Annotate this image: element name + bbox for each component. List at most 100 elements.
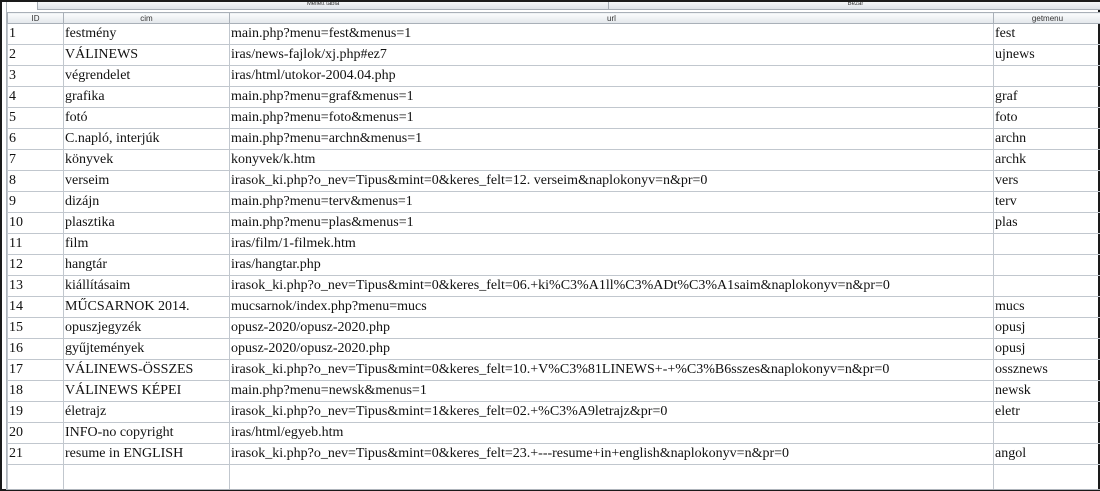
cell-id[interactable]: 6 bbox=[7, 128, 64, 150]
cell-getmenu[interactable]: mucs bbox=[993, 296, 1100, 318]
column-header-url[interactable]: url bbox=[229, 12, 994, 24]
column-header-id[interactable]: ID bbox=[7, 12, 64, 24]
cell-cim[interactable]: verseim bbox=[63, 170, 230, 192]
cell-id[interactable]: 13 bbox=[7, 275, 64, 297]
table-row[interactable]: 14 MŰCSARNOK 2014. mucsarnok/index.php?men… bbox=[7, 296, 1100, 318]
cell-cim[interactable]: végrendelet bbox=[63, 65, 230, 87]
cell-getmenu[interactable]: eletr bbox=[993, 401, 1100, 423]
empty-cell-cim[interactable] bbox=[63, 464, 230, 489]
cell-getmenu[interactable]: fest bbox=[993, 23, 1100, 45]
cell-url[interactable]: iras/hangtar.php bbox=[229, 254, 994, 276]
cell-cim[interactable]: film bbox=[63, 233, 230, 255]
cell-cim[interactable]: hangtár bbox=[63, 254, 230, 276]
table-row[interactable]: 16 gyűjtemények opusz-2020/opusz-2020.php o… bbox=[7, 338, 1100, 360]
cell-url[interactable]: opusz-2020/opusz-2020.php bbox=[229, 338, 994, 360]
cell-url[interactable]: iras/html/egyeb.htm bbox=[229, 422, 994, 444]
cell-cim[interactable]: VÁLINEWS bbox=[63, 44, 230, 66]
cell-id[interactable]: 3 bbox=[7, 65, 64, 87]
table-row[interactable]: 7 könyvek konyvek/k.htm archk bbox=[7, 149, 1100, 171]
empty-cell-id[interactable] bbox=[7, 464, 64, 489]
cell-cim[interactable]: VÁLINEWS KÉPEI bbox=[63, 380, 230, 402]
table-row[interactable]: 15 opuszjegyzék opusz-2020/opusz-2020.php o… bbox=[7, 317, 1100, 339]
cell-getmenu[interactable]: archk bbox=[993, 149, 1100, 171]
cell-getmenu[interactable] bbox=[993, 65, 1100, 87]
table-row[interactable]: 6 C.napló, interjúk main.php?menu=archn&me… bbox=[7, 128, 1100, 150]
table-row[interactable]: 3 végrendelet iras/html/utokor-2004.04.php bbox=[7, 65, 1100, 87]
cell-url[interactable]: main.php?menu=fest&menus=1 bbox=[229, 23, 994, 45]
cell-cim[interactable]: grafika bbox=[63, 86, 230, 108]
table-row[interactable]: 19 életrajz irasok_ki.php?o_nev=Tipus&mint… bbox=[7, 401, 1100, 423]
empty-new-row[interactable] bbox=[7, 464, 1100, 489]
cell-id[interactable]: 8 bbox=[7, 170, 64, 192]
empty-cell-getmenu[interactable] bbox=[993, 464, 1100, 489]
empty-cell-url[interactable] bbox=[229, 464, 994, 489]
cell-getmenu[interactable]: archn bbox=[993, 128, 1100, 150]
cell-cim[interactable]: festmény bbox=[63, 23, 230, 45]
cell-cim[interactable]: opuszjegyzék bbox=[63, 317, 230, 339]
table-row[interactable]: 12 hangtár iras/hangtar.php bbox=[7, 254, 1100, 276]
cell-getmenu[interactable] bbox=[993, 275, 1100, 297]
table-row[interactable]: 11 film iras/film/1-filmek.htm bbox=[7, 233, 1100, 255]
cell-getmenu[interactable]: vers bbox=[993, 170, 1100, 192]
cell-url[interactable]: iras/news-fajlok/xj.php#ez7 bbox=[229, 44, 994, 66]
cell-url[interactable]: opusz-2020/opusz-2020.php bbox=[229, 317, 994, 339]
cell-id[interactable]: 16 bbox=[7, 338, 64, 360]
cell-id[interactable]: 17 bbox=[7, 359, 64, 381]
cell-id[interactable]: 2 bbox=[7, 44, 64, 66]
cell-id[interactable]: 14 bbox=[7, 296, 64, 318]
table-row[interactable]: 18 VÁLINEWS KÉPEI main.php?menu=newsk&menu… bbox=[7, 380, 1100, 402]
cell-cim[interactable]: gyűjtemények bbox=[63, 338, 230, 360]
cell-getmenu[interactable] bbox=[993, 254, 1100, 276]
cell-cim[interactable]: életrajz bbox=[63, 401, 230, 423]
cell-getmenu[interactable]: ossznews bbox=[993, 359, 1100, 381]
tab-bezar[interactable]: Bezár bbox=[608, 2, 1100, 10]
cell-url[interactable]: main.php?menu=foto&menus=1 bbox=[229, 107, 994, 129]
cell-cim[interactable]: resume in ENGLISH bbox=[63, 443, 230, 465]
cell-cim[interactable]: plasztika bbox=[63, 212, 230, 234]
cell-getmenu[interactable] bbox=[993, 422, 1100, 444]
table-row[interactable]: 1 festmény main.php?menu=fest&menus=1 fest bbox=[7, 23, 1100, 45]
cell-url[interactable]: iras/html/utokor-2004.04.php bbox=[229, 65, 994, 87]
cell-url[interactable]: konyvek/k.htm bbox=[229, 149, 994, 171]
cell-cim[interactable]: dizájn bbox=[63, 191, 230, 213]
cell-url[interactable]: irasok_ki.php?o_nev=Tipus&mint=0&keres_f… bbox=[229, 170, 994, 192]
cell-id[interactable]: 11 bbox=[7, 233, 64, 255]
cell-url[interactable]: main.php?menu=plas&menus=1 bbox=[229, 212, 994, 234]
cell-id[interactable]: 5 bbox=[7, 107, 64, 129]
cell-id[interactable]: 15 bbox=[7, 317, 64, 339]
cell-id[interactable]: 19 bbox=[7, 401, 64, 423]
cell-url[interactable]: irasok_ki.php?o_nev=Tipus&mint=0&keres_f… bbox=[229, 443, 994, 465]
cell-getmenu[interactable]: plas bbox=[993, 212, 1100, 234]
table-row[interactable]: 2 VÁLINEWS iras/news-fajlok/xj.php#ez7 ujne… bbox=[7, 44, 1100, 66]
cell-id[interactable]: 21 bbox=[7, 443, 64, 465]
table-row[interactable]: 4 grafika main.php?menu=graf&menus=1 graf bbox=[7, 86, 1100, 108]
cell-id[interactable]: 1 bbox=[7, 23, 64, 45]
cell-getmenu[interactable]: graf bbox=[993, 86, 1100, 108]
table-row[interactable]: 5 fotó main.php?menu=foto&menus=1 foto bbox=[7, 107, 1100, 129]
table-row[interactable]: 9 dizájn main.php?menu=terv&menus=1 terv bbox=[7, 191, 1100, 213]
cell-cim[interactable]: C.napló, interjúk bbox=[63, 128, 230, 150]
cell-url[interactable]: irasok_ki.php?o_nev=Tipus&mint=0&keres_f… bbox=[229, 275, 994, 297]
cell-id[interactable]: 10 bbox=[7, 212, 64, 234]
cell-url[interactable]: irasok_ki.php?o_nev=Tipus&mint=0&keres_f… bbox=[229, 359, 994, 381]
cell-getmenu[interactable]: opusj bbox=[993, 317, 1100, 339]
cell-url[interactable]: irasok_ki.php?o_nev=Tipus&mint=1&keres_f… bbox=[229, 401, 994, 423]
cell-id[interactable]: 4 bbox=[7, 86, 64, 108]
cell-id[interactable]: 20 bbox=[7, 422, 64, 444]
cell-url[interactable]: main.php?menu=archn&menus=1 bbox=[229, 128, 994, 150]
cell-getmenu[interactable]: foto bbox=[993, 107, 1100, 129]
cell-cim[interactable]: könyvek bbox=[63, 149, 230, 171]
column-header-cim[interactable]: cim bbox=[63, 12, 230, 24]
cell-url[interactable]: iras/film/1-filmek.htm bbox=[229, 233, 994, 255]
cell-cim[interactable]: MŰCSARNOK 2014. bbox=[63, 296, 230, 318]
cell-cim[interactable]: INFO-no copyright bbox=[63, 422, 230, 444]
cell-id[interactable]: 9 bbox=[7, 191, 64, 213]
tab-mellett-tabla[interactable]: Mellett tábla bbox=[37, 2, 609, 10]
cell-url[interactable]: main.php?menu=newsk&menus=1 bbox=[229, 380, 994, 402]
table-row[interactable]: 17 VÁLINEWS-ÖSSZES irasok_ki.php?o_nev=Tip… bbox=[7, 359, 1100, 381]
cell-cim[interactable]: VÁLINEWS-ÖSSZES bbox=[63, 359, 230, 381]
cell-getmenu[interactable]: ujnews bbox=[993, 44, 1100, 66]
cell-getmenu[interactable]: newsk bbox=[993, 380, 1100, 402]
cell-getmenu[interactable]: terv bbox=[993, 191, 1100, 213]
table-row[interactable]: 10 plasztika main.php?menu=plas&menus=1 pla… bbox=[7, 212, 1100, 234]
